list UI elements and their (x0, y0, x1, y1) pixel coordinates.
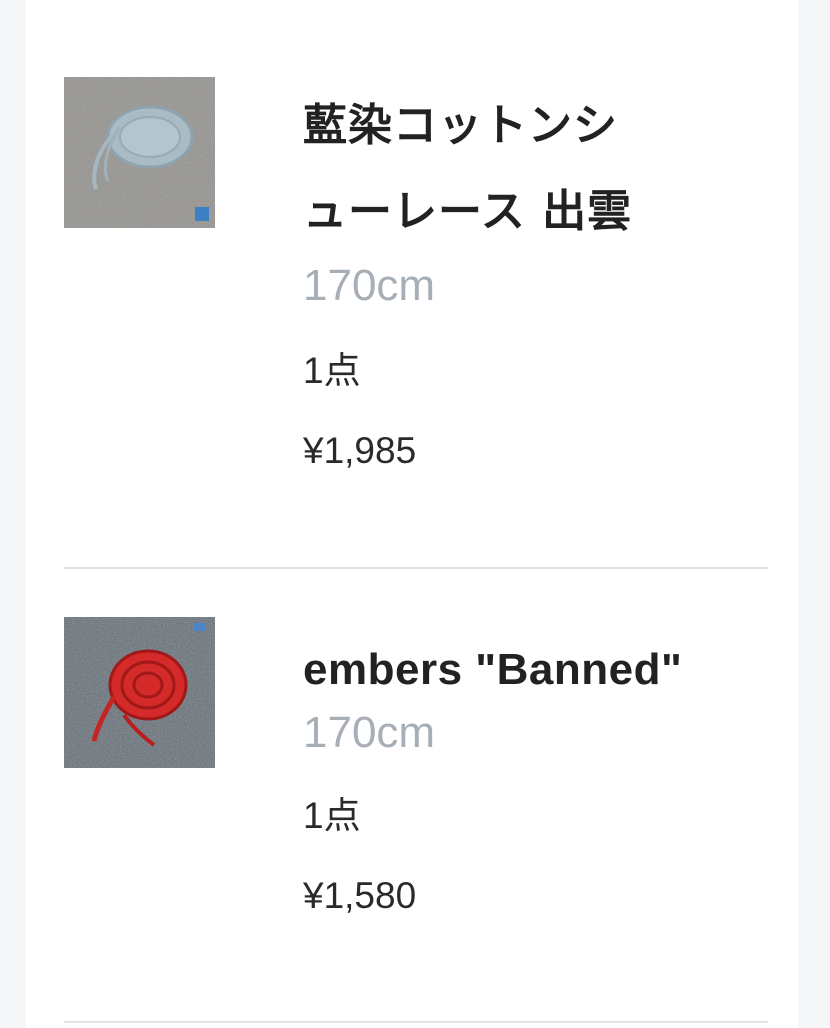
product-length: 170cm (303, 261, 436, 310)
divider (64, 1021, 768, 1023)
product-price: ¥1,580 (303, 875, 417, 916)
product-title[interactable]: embers "Banned" (303, 641, 773, 698)
product-title-line2: ューレース 出雲 (303, 186, 633, 237)
list-item[interactable]: embers "Banned" 170cm 1点 ¥1,580 (26, 569, 798, 1023)
order-items-panel: 藍染コットンシ ューレース 出雲 170cm 1点 ¥1,985 embers … (26, 0, 798, 1028)
product-price: ¥1,985 (303, 430, 417, 471)
product-quantity: 1点 (303, 795, 361, 836)
product-length: 170cm (303, 708, 436, 757)
product-thumbnail[interactable] (64, 77, 215, 228)
product-quantity: 1点 (303, 350, 361, 391)
product-title-line1: 藍染コットンシ (303, 100, 618, 151)
product-title[interactable]: 藍染コットンシ ューレース 出雲 (303, 97, 773, 240)
list-item[interactable]: 藍染コットンシ ューレース 出雲 170cm 1点 ¥1,985 (26, 0, 798, 568)
product-thumbnail[interactable] (64, 617, 215, 768)
